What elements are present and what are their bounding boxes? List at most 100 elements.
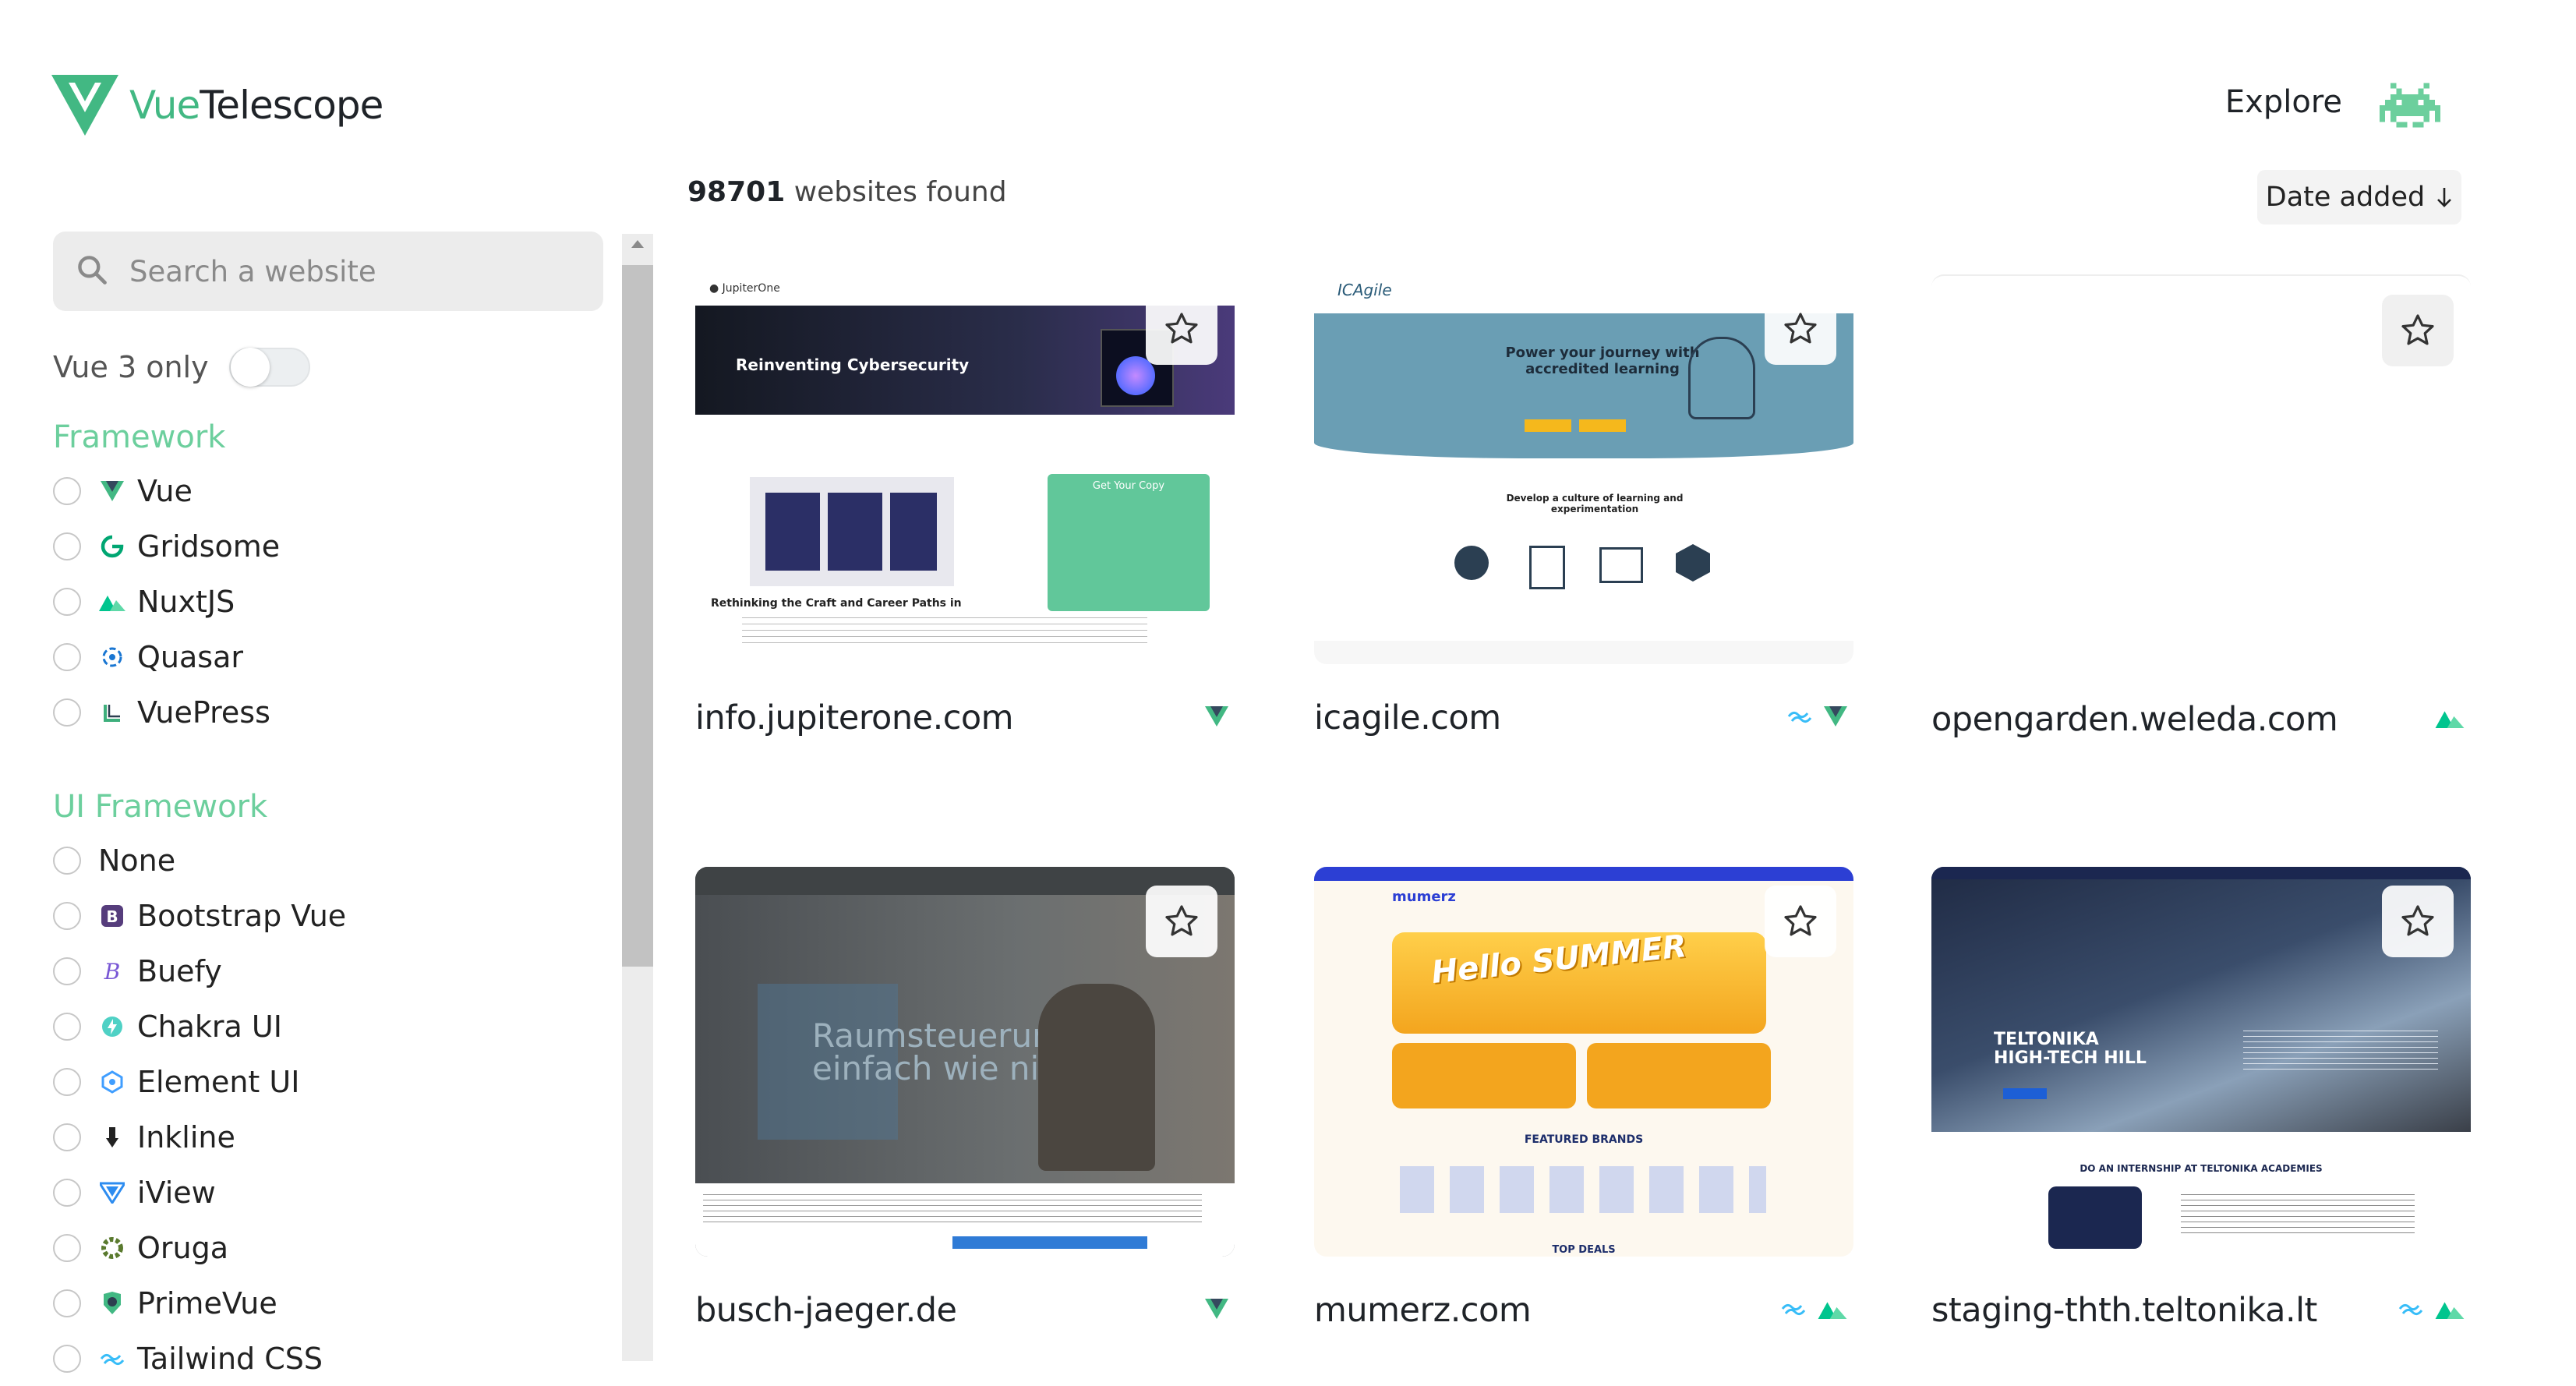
iview-icon — [98, 1179, 126, 1207]
site-thumbnail[interactable]: mumerz Hello SUMMER FEATURED BRANDS TOP … — [1314, 867, 1853, 1257]
primevue-icon — [98, 1289, 126, 1317]
sort-dropdown[interactable]: Date added — [2257, 170, 2461, 225]
explore-link[interactable]: Explore — [2225, 84, 2342, 120]
star-icon — [1165, 313, 1198, 344]
site-card[interactable]: TELTONIKA HIGH-TECH HILL DO AN INTERNSHI… — [1931, 867, 2471, 1330]
ui-option-element-ui[interactable]: Element UI — [53, 1054, 346, 1109]
ui-option-inkline[interactable]: Inkline — [53, 1109, 346, 1165]
tech-icons — [1786, 706, 1847, 730]
nuxt-icon — [1818, 1299, 1847, 1322]
site-domain[interactable]: mumerz.com — [1314, 1291, 1532, 1330]
favorite-button[interactable] — [1146, 886, 1217, 957]
favorite-button[interactable] — [1146, 293, 1217, 365]
tailwind-icon — [2398, 1301, 2424, 1320]
ui-framework-title: UI Framework — [53, 789, 268, 825]
ui-option-primevue[interactable]: PrimeVue — [53, 1275, 346, 1331]
bootstrap-icon: B — [98, 902, 126, 930]
radio-button[interactable] — [53, 532, 81, 560]
framework-option-quasar[interactable]: Quasar — [53, 629, 280, 684]
site-thumbnail[interactable]: ICAgile Power your journey with accredit… — [1314, 274, 1853, 664]
thumb-subtitle: DO AN INTERNSHIP AT TELTONIKA ACADEMIES — [2080, 1163, 2323, 1174]
sidebar-scrollbar[interactable] — [622, 234, 653, 1361]
svg-text:B: B — [106, 907, 118, 926]
buefy-icon: B — [98, 957, 126, 985]
tech-icons — [1205, 1299, 1228, 1322]
ui-option-oruga[interactable]: Oruga — [53, 1220, 346, 1275]
ui-framework-list: None B Bootstrap Vue B Buefy Chakra UI E… — [53, 833, 346, 1386]
site-thumbnail[interactable]: TELTONIKA HIGH-TECH HILL DO AN INTERNSHI… — [1931, 867, 2471, 1257]
framework-option-vue[interactable]: Vue — [53, 463, 280, 518]
card-footer: busch-jaeger.de — [695, 1291, 1235, 1330]
logo[interactable]: VueTelescope — [51, 75, 383, 136]
site-card[interactable]: ICAgile Power your journey with accredit… — [1314, 274, 1853, 737]
ui-option-tailwind-css[interactable]: Tailwind CSS — [53, 1331, 346, 1386]
framework-option-vuepress[interactable]: VuePress — [53, 684, 280, 740]
site-domain[interactable]: busch-jaeger.de — [695, 1291, 957, 1330]
site-card[interactable]: opengarden.weleda.com — [1931, 274, 2471, 739]
element-icon — [98, 1068, 126, 1096]
radio-button[interactable] — [53, 1178, 81, 1207]
radio-button[interactable] — [53, 476, 81, 505]
radio-button[interactable] — [53, 642, 81, 671]
option-label: Chakra UI — [137, 1009, 282, 1044]
site-thumbnail[interactable]: ● JupiterOne Reinventing Cybersecurity G… — [695, 274, 1235, 664]
site-card[interactable]: ● JupiterOne Reinventing Cybersecurity G… — [695, 274, 1235, 737]
space-invader-icon[interactable] — [2380, 75, 2440, 136]
arrow-down-icon — [2437, 188, 2452, 207]
radio-button[interactable] — [53, 846, 81, 875]
chakra-icon — [98, 1013, 126, 1041]
sort-label: Date added — [2265, 182, 2426, 213]
radio-button[interactable] — [53, 1344, 81, 1373]
scrollbar-thumb[interactable] — [622, 265, 653, 967]
site-thumbnail[interactable] — [1931, 274, 2471, 666]
vue-telescope-logo-icon — [51, 75, 118, 136]
radio-button[interactable] — [53, 956, 81, 985]
favorite-button[interactable] — [2382, 295, 2454, 366]
option-label: Inkline — [137, 1119, 235, 1154]
vue-icon — [1205, 706, 1228, 730]
radio-button[interactable] — [53, 1012, 81, 1041]
vue3-label: Vue 3 only — [53, 350, 209, 384]
radio-button[interactable] — [53, 698, 81, 727]
card-footer: staging-thth.teltonika.lt — [1931, 1291, 2471, 1330]
scroll-up-arrow-icon[interactable] — [622, 239, 653, 256]
tech-icons — [1205, 706, 1228, 730]
option-label: NuxtJS — [137, 584, 235, 619]
ui-option-iview[interactable]: iView — [53, 1165, 346, 1220]
ui-option-bootstrap-vue[interactable]: B Bootstrap Vue — [53, 888, 346, 943]
site-domain[interactable]: opengarden.weleda.com — [1931, 700, 2338, 739]
nuxt-icon — [2435, 708, 2465, 731]
ui-option-buefy[interactable]: B Buefy — [53, 943, 346, 999]
site-domain[interactable]: staging-thth.teltonika.lt — [1931, 1291, 2317, 1330]
ui-option-chakra-ui[interactable]: Chakra UI — [53, 999, 346, 1054]
search-box[interactable] — [53, 232, 603, 311]
star-icon — [2401, 905, 2434, 936]
radio-button[interactable] — [53, 1233, 81, 1262]
radio-button[interactable] — [53, 901, 81, 930]
site-thumbnail[interactable]: Raumsteuerung einfach wie nie — [695, 867, 1235, 1257]
nuxt-icon — [98, 588, 126, 616]
search-input[interactable] — [128, 253, 567, 289]
favorite-button[interactable] — [2382, 886, 2454, 957]
radio-button[interactable] — [53, 1123, 81, 1151]
star-icon — [1784, 313, 1817, 344]
tailwind-icon — [1780, 1301, 1807, 1320]
radio-button[interactable] — [53, 1289, 81, 1317]
tailwind-icon — [1786, 709, 1813, 727]
favorite-button[interactable] — [1765, 886, 1836, 957]
option-label: Oruga — [137, 1230, 229, 1265]
site-card[interactable]: Raumsteuerung einfach wie nie busch-jaeg… — [695, 867, 1235, 1330]
site-domain[interactable]: info.jupiterone.com — [695, 698, 1014, 737]
framework-option-nuxtjs[interactable]: NuxtJS — [53, 574, 280, 629]
gridsome-icon — [98, 532, 126, 560]
radio-button[interactable] — [53, 587, 81, 616]
ui-option-none[interactable]: None — [53, 833, 346, 888]
site-card[interactable]: mumerz Hello SUMMER FEATURED BRANDS TOP … — [1314, 867, 1853, 1330]
option-label: Quasar — [137, 639, 243, 674]
radio-button[interactable] — [53, 1067, 81, 1096]
vue3-toggle[interactable] — [228, 348, 310, 387]
favorite-button[interactable] — [1765, 293, 1836, 365]
site-domain[interactable]: icagile.com — [1314, 698, 1501, 737]
vue-icon — [1205, 1299, 1228, 1322]
framework-option-gridsome[interactable]: Gridsome — [53, 518, 280, 574]
